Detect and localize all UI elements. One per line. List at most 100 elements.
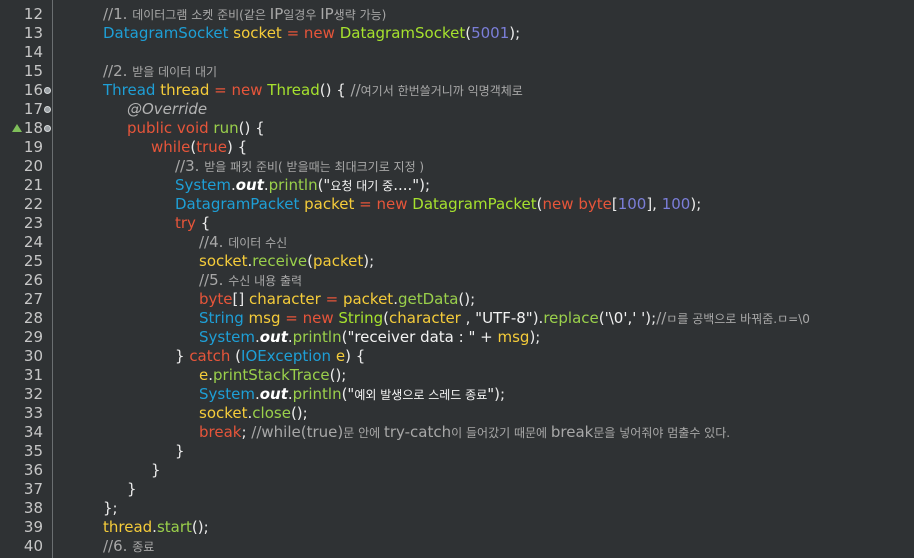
code-line[interactable]: 20 //3. 받을 패킷 준비( 받을때는 최대크기로 지정 ) [0,157,914,176]
code-text[interactable]: e.printStackTrace(); [199,366,346,385]
fold-toggle-icon[interactable] [44,125,51,132]
code-token: (); [191,518,209,536]
code-line[interactable]: 30 } catch (IOException e) { [0,347,914,366]
code-line[interactable]: 16 Thread thread = new Thread() { //여기서 한… [0,81,914,100]
code-token: //2. [103,62,133,80]
code-text[interactable]: public void run() { [127,119,265,138]
code-line[interactable]: 24 //4. 데이터 수신 [0,233,914,252]
fold-toggle-icon[interactable] [44,87,51,94]
code-token: socket [199,252,248,270]
line-number: 40 [23,537,43,555]
code-text[interactable]: while(true) { [151,138,247,157]
code-token: public [127,119,177,137]
code-line[interactable]: 37} [0,480,914,499]
code-token: = [286,24,304,42]
code-token: //4. [199,233,229,251]
code-line[interactable]: 36} [0,461,914,480]
code-line[interactable]: 18 public void run() { [0,119,914,138]
code-line[interactable]: 21 System.out.println("요청 대기 중...."); [0,176,914,195]
code-text[interactable]: //1. 데이터그램 소켓 준비(같은 IP일경우 IP생략 가능) [103,5,386,25]
code-text[interactable]: System.out.println("예외 발생으로 스레드 종료"); [199,385,505,405]
line-number: 30 [23,347,43,365]
code-token: start [156,518,192,536]
code-line[interactable]: 17 @Override [0,100,914,119]
code-line[interactable]: 29 System.out.println("receiver data : " … [0,328,914,347]
code-token: socket [199,404,248,422]
code-text[interactable]: //2. 받을 데이터 대기 [103,62,217,82]
code-text[interactable]: //6. 종료 [103,537,154,557]
code-text[interactable]: socket.close(); [199,404,308,423]
code-line[interactable]: 34 break; //while(true)문 안에 try-catch이 들어… [0,423,914,442]
code-text[interactable]: Thread thread = new Thread() { //여기서 한번쓸… [103,81,523,101]
code-line[interactable]: 39 thread.start(); [0,518,914,537]
code-token: ' [636,309,646,327]
code-text[interactable]: break; //while(true)문 안에 try-catch이 들어갔기… [199,423,730,443]
code-line[interactable]: 25 socket.receive(packet); [0,252,914,271]
line-number: 29 [23,328,43,346]
code-token: break [199,423,242,441]
code-token: try [175,214,201,232]
code-token: ...." [393,176,420,194]
code-token: = [325,290,343,308]
code-token: (); [290,404,308,422]
code-line[interactable]: 19 while(true) { [0,138,914,157]
code-text[interactable]: try { [175,214,210,233]
code-token: () { [238,119,265,137]
code-line[interactable]: 12 //1. 데이터그램 소켓 준비(같은 IP일경우 IP생략 가능) [0,5,914,24]
code-token: packet [312,252,364,270]
code-line[interactable]: 31 e.printStackTrace(); [0,366,914,385]
code-text[interactable]: } [175,442,185,461]
code-text[interactable]: //4. 데이터 수신 [199,233,287,253]
code-token: 일경우 [283,8,321,22]
code-text[interactable]: thread.start(); [103,518,209,537]
code-token: true [196,138,227,156]
code-token: 받을 패킷 준비( 받을때는 최대크기로 지정 ) [204,160,425,174]
code-text[interactable]: //5. 수신 내용 출력 [199,271,302,291]
code-line[interactable]: 22 DatagramPacket packet = new DatagramPa… [0,195,914,214]
code-line[interactable]: 27 byte[] character = packet.getData(); [0,290,914,309]
line-number: 36 [23,461,43,479]
code-token: }; [103,499,118,517]
code-token: println [292,328,342,346]
code-token: () { [319,81,351,99]
code-token: String [199,309,249,327]
override-marker-icon[interactable] [12,124,22,132]
code-text[interactable]: //3. 받을 패킷 준비( 받을때는 최대크기로 지정 ) [175,157,424,177]
code-line[interactable]: 23 try { [0,214,914,233]
code-token: IP [320,5,334,23]
code-token: msg [248,309,286,327]
code-text[interactable]: System.out.println("receiver data : " + … [199,328,540,347]
code-text[interactable]: @Override [127,100,207,119]
code-token: out [259,385,288,403]
code-text[interactable]: byte[] character = packet.getData(); [199,290,475,309]
fold-toggle-icon[interactable] [44,106,51,113]
code-text[interactable]: } [127,480,137,499]
code-line[interactable]: 15 //2. 받을 데이터 대기 [0,62,914,81]
code-line[interactable]: 38}; [0,499,914,518]
line-number: 12 [23,5,43,23]
code-token: msg [497,328,530,346]
code-token: = [214,81,232,99]
code-token: 데이터그램 소켓 준비(같은 [132,8,270,22]
code-text[interactable]: System.out.println("요청 대기 중...."); [175,176,430,196]
code-token: , [465,309,476,327]
code-token: ); [509,24,521,42]
code-line[interactable]: 40 //6. 종료 [0,537,914,556]
code-text[interactable]: socket.receive(packet); [199,252,374,271]
code-text[interactable]: }; [103,499,118,518]
code-text[interactable]: } catch (IOException e) { [175,347,365,366]
code-line[interactable]: 33 socket.close(); [0,404,914,423]
code-line[interactable]: 32 System.out.println("예외 발생으로 스레드 종료"); [0,385,914,404]
code-line[interactable]: 35} [0,442,914,461]
code-token: (); [329,366,347,384]
code-text[interactable]: DatagramPacket packet = new DatagramPack… [175,195,701,214]
code-line[interactable]: 14 [0,43,914,62]
code-text[interactable]: String msg = new String(character , "UTF… [199,309,810,329]
code-text[interactable]: } [151,461,161,480]
code-line[interactable]: 28 String msg = new String(character , "U… [0,309,914,328]
code-line[interactable]: 13 DatagramSocket socket = new DatagramSo… [0,24,914,43]
code-editor[interactable]: 12 //1. 데이터그램 소켓 준비(같은 IP일경우 IP생략 가능) 13 Da… [0,0,914,558]
code-line[interactable]: 26 //5. 수신 내용 출력 [0,271,914,290]
code-text[interactable]: DatagramSocket socket = new DatagramSock… [103,24,520,43]
line-number: 22 [23,195,43,213]
